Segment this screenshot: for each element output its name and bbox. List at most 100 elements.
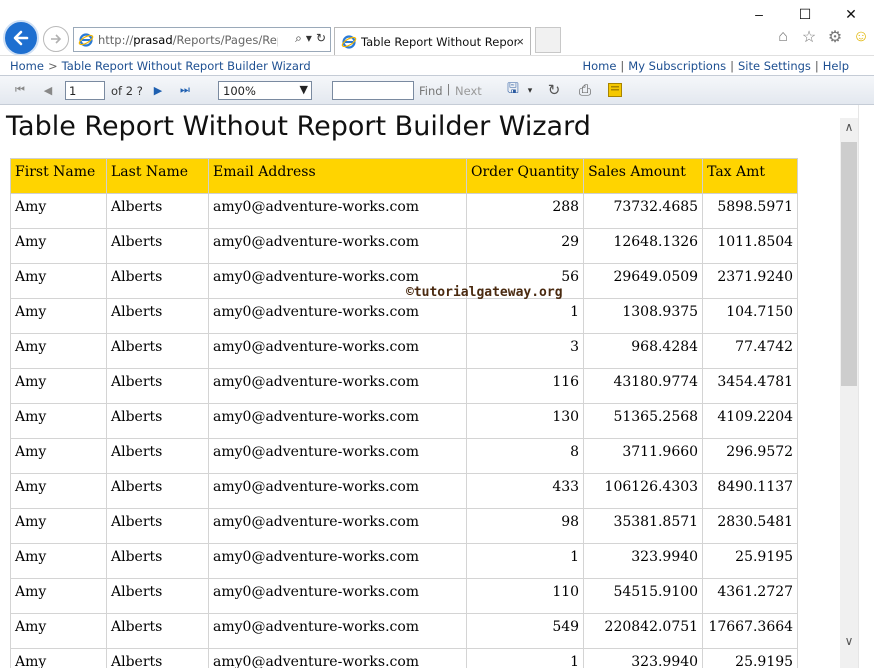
table-cell: 2371.9240 bbox=[702, 263, 799, 299]
table-cell: Alberts bbox=[106, 403, 209, 439]
last-page-icon[interactable]: ⏭ bbox=[177, 82, 193, 98]
maximize-button[interactable]: ☐ bbox=[782, 0, 828, 28]
zoom-value: 100% bbox=[223, 84, 256, 98]
table-cell: 8 bbox=[465, 438, 585, 474]
nav-link-home[interactable]: Home bbox=[582, 59, 616, 73]
table-cell: 296.9572 bbox=[702, 438, 799, 474]
breadcrumb-current-link[interactable]: Table Report Without Report Builder Wiza… bbox=[62, 59, 311, 73]
zoom-select[interactable]: 100% ▼ bbox=[218, 81, 312, 100]
refresh-icon[interactable]: ↻ bbox=[546, 82, 562, 99]
table-cell: 968.4284 bbox=[583, 333, 704, 369]
find-next-link[interactable]: Next bbox=[455, 84, 482, 98]
column-header: First Name bbox=[10, 158, 107, 194]
vertical-scrollbar[interactable]: ∧ ∨ bbox=[840, 118, 858, 668]
table-cell: 5898.5971 bbox=[702, 193, 799, 229]
table-header-row: First Name Last Name Email Address Order… bbox=[10, 158, 799, 194]
table-cell: 104.7150 bbox=[702, 298, 799, 334]
window-controls: – ☐ ✕ bbox=[736, 0, 874, 28]
nav-link-site-settings[interactable]: Site Settings bbox=[738, 59, 811, 73]
table-cell: 2830.5481 bbox=[702, 508, 799, 544]
report-toolbar: ⏮ ◀ 1 of 2 ? ▶ ⏭ 100% ▼ Find | Next 🖫 ▾ … bbox=[0, 75, 874, 105]
table-row: Amy Alberts amy0@adventure-works.com 8 3711.… bbox=[10, 438, 799, 474]
settings-gear-icon[interactable]: ⚙ bbox=[826, 28, 844, 46]
dropdown-arrow-icon[interactable]: ▾ bbox=[306, 31, 312, 46]
table-cell: amy0@adventure-works.com bbox=[208, 403, 467, 439]
first-page-icon[interactable]: ⏮ bbox=[12, 82, 28, 98]
home-icon[interactable]: ⌂ bbox=[774, 28, 792, 46]
scroll-up-icon[interactable]: ∧ bbox=[840, 118, 858, 136]
minimize-button[interactable]: – bbox=[736, 0, 782, 28]
table-cell: 25.9195 bbox=[702, 543, 799, 579]
find-input[interactable] bbox=[332, 81, 414, 100]
table-cell: amy0@adventure-works.com bbox=[208, 543, 467, 579]
report-manager-navbar: Home > Table Report Without Report Builder… bbox=[0, 55, 874, 75]
scroll-thumb[interactable] bbox=[841, 142, 857, 386]
table-cell: 1 bbox=[465, 648, 585, 668]
table-cell: 116 bbox=[465, 368, 585, 404]
atom-feed-icon[interactable] bbox=[607, 82, 623, 98]
table-cell: Amy bbox=[10, 438, 107, 474]
table-cell: Amy bbox=[10, 263, 107, 299]
export-dropdown-icon[interactable]: ▾ bbox=[522, 82, 538, 98]
table-cell: 43180.9774 bbox=[583, 368, 704, 404]
back-button[interactable] bbox=[3, 20, 39, 56]
forward-button[interactable] bbox=[43, 26, 69, 52]
ie-logo-icon bbox=[78, 32, 94, 47]
address-bar[interactable]: http://prasad/Reports/Pages/Repo ⌕ ▾ ↻ bbox=[73, 27, 331, 52]
table-cell: Amy bbox=[10, 228, 107, 264]
nav-separator: | bbox=[730, 59, 734, 73]
table-row: Amy Alberts amy0@adventure-works.com 433 106… bbox=[10, 473, 799, 509]
report-title: Table Report Without Report Builder Wiza… bbox=[6, 111, 591, 142]
page-count: of 2 ? bbox=[111, 84, 143, 98]
table-cell: Alberts bbox=[106, 263, 209, 299]
table-cell: 1011.8504 bbox=[702, 228, 799, 264]
table-cell: 3711.9660 bbox=[583, 438, 704, 474]
find-link[interactable]: Find bbox=[419, 84, 443, 98]
table-cell: 17667.3664 bbox=[702, 613, 799, 649]
nav-link-my-subscriptions[interactable]: My Subscriptions bbox=[628, 59, 726, 73]
page-number-input[interactable]: 1 bbox=[65, 81, 105, 100]
report-table: First Name Last Name Email Address Order… bbox=[10, 158, 799, 668]
table-cell: 106126.4303 bbox=[583, 473, 704, 509]
breadcrumb: Home > Table Report Without Report Builder… bbox=[10, 59, 311, 73]
table-cell: Amy bbox=[10, 403, 107, 439]
close-window-button[interactable]: ✕ bbox=[828, 0, 874, 28]
scroll-down-icon[interactable]: ∨ bbox=[840, 632, 858, 650]
address-url: http://prasad/Reports/Pages/Repo bbox=[98, 32, 278, 47]
chevron-down-icon: ▼ bbox=[299, 83, 308, 96]
table-cell: Amy bbox=[10, 368, 107, 404]
print-icon[interactable]: ⎙ bbox=[577, 82, 593, 99]
table-cell: Amy bbox=[10, 578, 107, 614]
table-cell: 77.4742 bbox=[702, 333, 799, 369]
tab-close-icon[interactable]: × bbox=[516, 34, 524, 49]
browser-tab[interactable]: Table Report Without Repor... × bbox=[334, 27, 531, 55]
table-cell: 12648.1326 bbox=[583, 228, 704, 264]
new-tab-button[interactable] bbox=[535, 27, 561, 53]
table-cell: Alberts bbox=[106, 613, 209, 649]
favorites-star-icon[interactable]: ☆ bbox=[800, 28, 818, 46]
browser-toolbar-icons: ⌂ ☆ ⚙ ☺ bbox=[774, 28, 870, 46]
refresh-icon[interactable]: ↻ bbox=[316, 31, 326, 46]
previous-page-icon[interactable]: ◀ bbox=[40, 82, 56, 98]
table-cell: Alberts bbox=[106, 648, 209, 668]
table-cell: Alberts bbox=[106, 508, 209, 544]
nav-link-help[interactable]: Help bbox=[823, 59, 849, 73]
table-cell: 1 bbox=[465, 543, 585, 579]
ie-logo-icon bbox=[341, 34, 357, 49]
feedback-smiley-icon[interactable]: ☺ bbox=[852, 28, 870, 46]
table-cell: amy0@adventure-works.com bbox=[208, 438, 467, 474]
breadcrumb-separator: > bbox=[47, 59, 58, 73]
table-cell: amy0@adventure-works.com bbox=[208, 193, 467, 229]
table-cell: 130 bbox=[465, 403, 585, 439]
table-cell: 549 bbox=[465, 613, 585, 649]
table-cell: 29649.0509 bbox=[583, 263, 704, 299]
browser-chrome: – ☐ ✕ http://prasad/Reports/Pages/Repo ⌕… bbox=[0, 0, 874, 56]
export-save-icon[interactable]: 🖫 bbox=[505, 80, 521, 98]
right-gutter bbox=[858, 105, 874, 668]
search-icon[interactable]: ⌕ bbox=[295, 31, 302, 46]
next-page-icon[interactable]: ▶ bbox=[150, 82, 166, 98]
breadcrumb-home-link[interactable]: Home bbox=[10, 59, 44, 73]
table-cell: 433 bbox=[465, 473, 585, 509]
table-cell: 323.9940 bbox=[583, 543, 704, 579]
table-cell: 110 bbox=[465, 578, 585, 614]
